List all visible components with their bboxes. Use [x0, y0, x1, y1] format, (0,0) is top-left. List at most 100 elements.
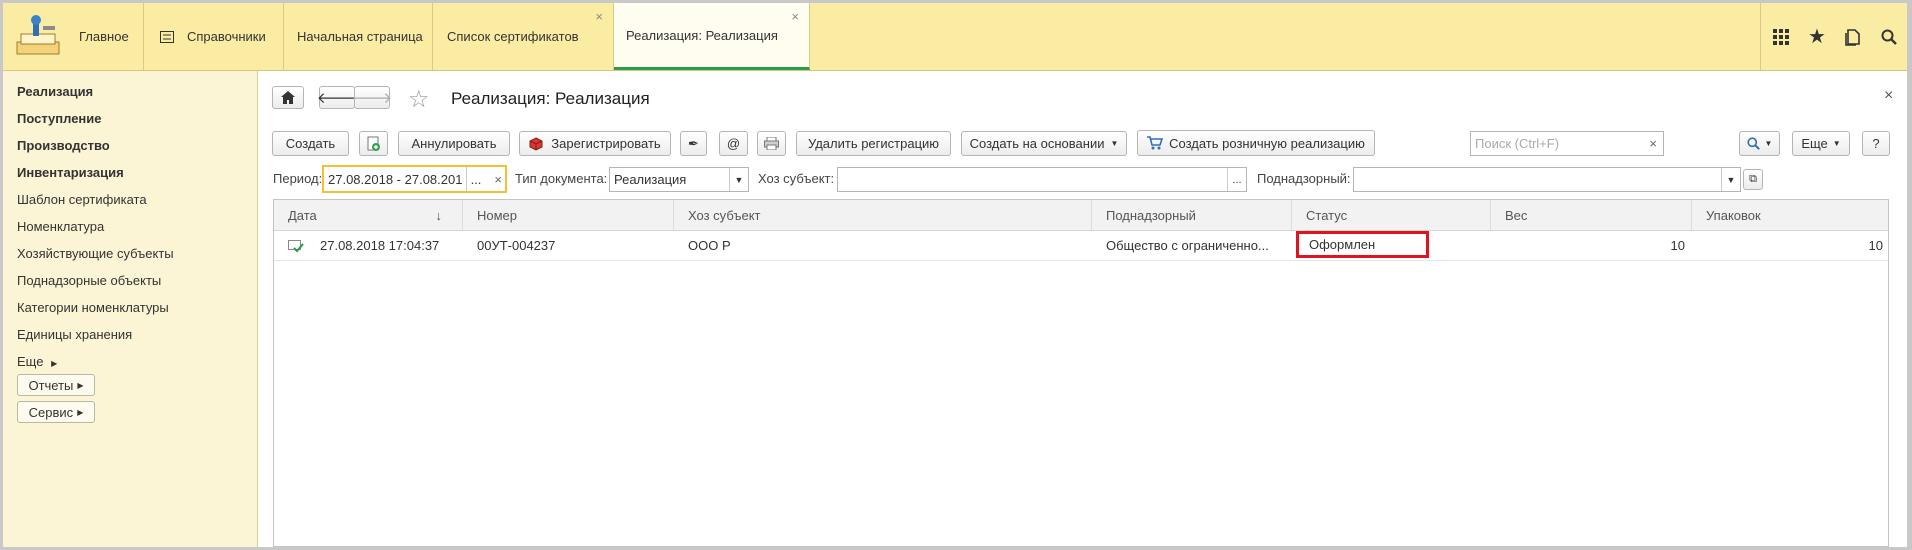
arrow-right-icon: 🡒 [351, 90, 393, 107]
search-input[interactable]: Поиск (Ctrl+F) × [1470, 131, 1664, 156]
column-header-supervised[interactable]: Поднадзорный [1092, 200, 1292, 230]
search-options-button[interactable]: ▼ [1739, 131, 1780, 156]
forward-button[interactable]: 🡒 [351, 86, 393, 109]
sidebar-item-nomenclature-categories[interactable]: Категории номенклатуры [17, 300, 169, 315]
create-retail-button[interactable]: Создать розничную реализацию [1137, 130, 1375, 156]
subject-label: Хоз субъект: [758, 171, 835, 186]
create-retail-label: Создать розничную реализацию [1169, 135, 1365, 151]
column-title: Дата [288, 207, 317, 223]
chevron-down-icon[interactable]: ▼ [729, 168, 748, 191]
home-section[interactable]: Главное [3, 3, 144, 70]
stamp-button[interactable]: ✒ [680, 131, 707, 156]
sidebar-item-receipt[interactable]: Поступление [17, 111, 102, 126]
column-header-date[interactable]: Дата ↓ [274, 200, 463, 230]
printer-icon [764, 137, 779, 150]
subject-select-button[interactable]: ... [1227, 168, 1246, 191]
column-header-number[interactable]: Номер [463, 200, 674, 230]
sidebar-item-certificate-template[interactable]: Шаблон сертификата [17, 192, 147, 207]
sidebar-item-production[interactable]: Производство [17, 138, 110, 153]
create-button[interactable]: Создать [272, 131, 349, 156]
app-window: Главное Справочники Начальная страница С… [3, 3, 1907, 547]
home-icon [281, 91, 295, 104]
clear-search-icon[interactable]: × [1649, 136, 1657, 151]
chevron-down-icon[interactable]: ▼ [1721, 168, 1740, 191]
sidebar-item-supervised-objects[interactable]: Поднадзорные объекты [17, 273, 161, 288]
create-based-on-label: Создать на основании [969, 136, 1105, 151]
table-row[interactable]: 27.08.2018 17:04:37 00УТ-004237 ООО Р Об… [274, 231, 1888, 261]
sidebar-item-nomenclature[interactable]: Номенклатура [17, 219, 104, 234]
logo-icon [16, 14, 60, 54]
tab-label: Список сертификатов [447, 29, 579, 44]
service-button[interactable]: Сервис ▶ [17, 401, 95, 423]
triangle-right-icon: ▶ [51, 359, 58, 368]
tab-home-page[interactable]: Начальная страница [284, 3, 433, 70]
tab-certificates-list[interactable]: Список сертификатов × [433, 3, 614, 70]
column-header-status[interactable]: Статус [1292, 200, 1491, 230]
column-title: Вес [1505, 207, 1528, 223]
more-actions-button[interactable]: Еще ▼ [1792, 131, 1850, 156]
help-button[interactable]: ? [1862, 131, 1890, 156]
table-header: Дата ↓ Номер Хоз субъект Поднадзорный Ст… [274, 200, 1888, 231]
history-icon[interactable] [1835, 3, 1871, 70]
tab-label: Начальная страница [297, 29, 423, 44]
period-select-button[interactable]: ... [466, 167, 485, 191]
copy-add-icon [367, 136, 380, 151]
close-icon[interactable]: × [1884, 87, 1893, 105]
sidebar-item-storage-units[interactable]: Единицы хранения [17, 327, 132, 342]
column-header-weight[interactable]: Вес [1491, 200, 1692, 230]
stamp-icon: ✒ [688, 135, 699, 151]
doctype-select[interactable]: Реализация ▼ [609, 167, 749, 192]
chevron-down-icon: ▼ [1764, 139, 1773, 148]
triangle-right-icon: ▶ [77, 380, 84, 390]
open-supervised-button[interactable]: ⧉ [1743, 169, 1763, 190]
sidebar-item-more[interactable]: Еще ▶ [17, 354, 57, 369]
sidebar-item-realization[interactable]: Реализация [17, 84, 93, 99]
close-tab-icon[interactable]: × [595, 9, 603, 24]
supervised-field[interactable]: ▼ [1353, 167, 1741, 192]
create-based-on-button[interactable]: Создать на основании ▼ [961, 131, 1127, 156]
column-title: Упаковок [1706, 207, 1761, 223]
column-header-subject[interactable]: Хоз субъект [674, 200, 1092, 230]
supervised-label: Поднадзорный: [1257, 171, 1351, 186]
search-icon [1746, 137, 1760, 150]
cell-packages: 10 [1868, 238, 1883, 253]
copy-button[interactable] [359, 131, 388, 156]
service-label: Сервис [28, 404, 74, 420]
cell-subject: ООО Р [688, 238, 731, 253]
print-button[interactable] [757, 131, 786, 156]
cube-icon [529, 136, 543, 151]
sort-down-icon: ↓ [435, 207, 443, 223]
subject-field[interactable]: ... [837, 167, 1247, 192]
cell-supervised: Общество с ограниченно... [1106, 238, 1269, 253]
period-field[interactable]: 27.08.2018 - 27.08.201 ... × [322, 165, 507, 193]
directories-section[interactable]: Справочники [144, 3, 284, 70]
email-button[interactable]: @ [719, 131, 748, 156]
sidebar-item-business-entities[interactable]: Хозяйствующие субъекты [17, 246, 174, 261]
register-button[interactable]: Зарегистрировать [519, 131, 671, 156]
column-title: Статус [1306, 207, 1348, 223]
favorites-star-icon[interactable]: ★ [1799, 3, 1835, 70]
column-header-packages[interactable]: Упаковок [1692, 200, 1888, 230]
column-title: Хоз субъект [688, 207, 761, 223]
open-window-icon: ⧉ [1749, 173, 1757, 185]
directories-label: Справочники [187, 29, 266, 44]
sidebar-item-inventory[interactable]: Инвентаризация [17, 165, 124, 180]
period-value: 27.08.2018 - 27.08.201 [328, 171, 463, 187]
annul-button[interactable]: Аннулировать [398, 131, 510, 156]
search-icon[interactable] [1871, 3, 1907, 70]
documents-table: Дата ↓ Номер Хоз субъект Поднадзорный Ст… [273, 199, 1889, 547]
delete-registration-button[interactable]: Удалить регистрацию [796, 131, 951, 156]
reports-button[interactable]: Отчеты ▶ [17, 374, 95, 396]
column-title: Поднадзорный [1106, 207, 1196, 223]
home-button[interactable] [272, 86, 304, 109]
clear-period-icon[interactable]: × [494, 172, 502, 187]
cell-status: Оформлен [1296, 231, 1429, 258]
favorite-star-icon[interactable]: ☆ [408, 85, 430, 114]
period-label: Период: [273, 171, 323, 186]
back-button[interactable]: 🡐 [317, 86, 357, 109]
close-tab-icon[interactable]: × [791, 9, 799, 24]
apps-grid-icon[interactable] [1763, 3, 1799, 70]
tab-realization[interactable]: Реализация: Реализация × [614, 3, 810, 70]
cell-weight: 10 [1670, 238, 1685, 253]
search-placeholder: Поиск (Ctrl+F) [1475, 136, 1560, 151]
